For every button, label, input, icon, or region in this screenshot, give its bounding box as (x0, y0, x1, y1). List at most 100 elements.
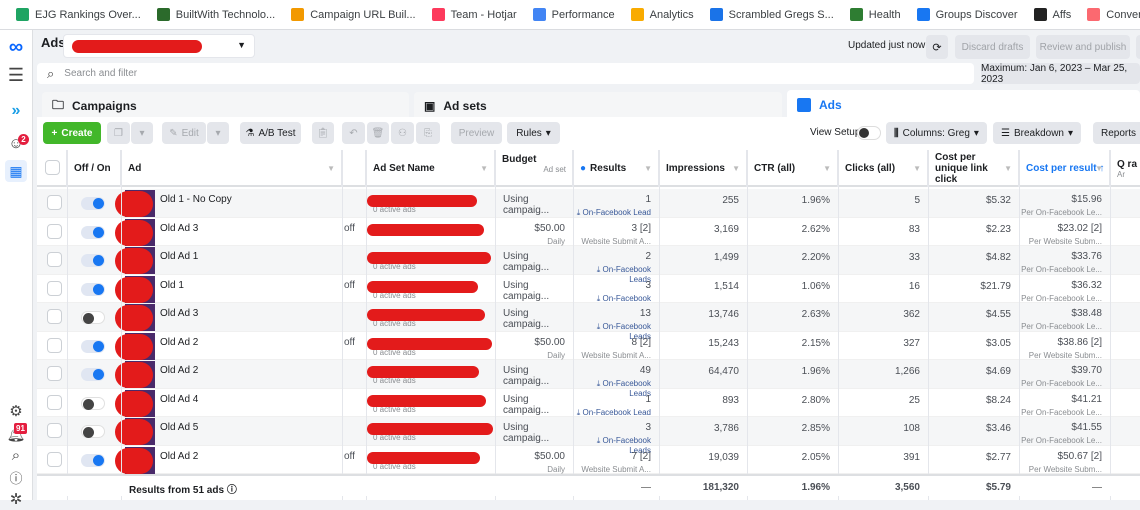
help-icon[interactable]: ⓘ (5, 466, 27, 488)
col-quality-ranking[interactable]: Q ra Ar (1110, 150, 1140, 187)
row-checkbox[interactable] (47, 309, 62, 324)
ad-toggle[interactable] (81, 197, 105, 210)
edit-button[interactable]: ✎ Edit (162, 122, 206, 144)
row-checkbox[interactable] (47, 252, 62, 267)
ad-name[interactable]: Old Ad 2 (160, 446, 198, 474)
clipboard-button[interactable]: 📋︎ (312, 122, 334, 144)
tab-ad-sets[interactable]: ▣ Ad sets (414, 92, 782, 120)
duplicate-dropdown[interactable]: ▾ (131, 122, 153, 144)
bookmark-item[interactable]: EJG Rankings Over... (8, 8, 149, 21)
meta-logo-icon[interactable]: ∞ (5, 36, 27, 58)
settings-icon[interactable]: ⚙ (5, 400, 27, 422)
col-off-on[interactable]: Off / On (67, 150, 121, 187)
create-button[interactable]: + Create (43, 122, 101, 144)
reports-button[interactable]: Reports▾ (1093, 122, 1140, 144)
bookmark-item[interactable]: Groups Discover (909, 8, 1026, 21)
ad-toggle[interactable] (81, 339, 105, 353)
bug-icon[interactable]: ✲ (5, 488, 27, 510)
bookmark-item[interactable]: Health (842, 8, 909, 21)
ad-name[interactable]: Old Ad 4 (160, 389, 198, 417)
col-ad-set-name[interactable]: Ad Set Name ▼ (366, 150, 495, 187)
review-publish-button[interactable]: Review and publish (1036, 35, 1130, 59)
results-type[interactable]: ⤓ On-Facebook Lead (573, 208, 651, 218)
discard-drafts-button[interactable]: Discard drafts (955, 35, 1030, 59)
table-row[interactable]: Old Ad 1 0 active ads Using campaig... 2… (37, 246, 1140, 284)
table-row[interactable]: Old 1 - No Copy 0 active ads Using campa… (37, 189, 1140, 218)
table-row[interactable]: Old 1 off 0 active ads Using campaig... … (37, 275, 1140, 313)
row-checkbox[interactable] (47, 423, 62, 438)
date-range-picker[interactable]: Maximum: Jan 6, 2023 – Mar 25, 2023 (981, 63, 1140, 85)
search-input[interactable]: ⌕ Search and filter (37, 63, 974, 84)
ad-toggle[interactable] (81, 368, 105, 381)
audience-button[interactable]: ⚇ (391, 122, 414, 144)
table-row[interactable]: Old Ad 2 off 0 active ads $50.00 Daily 7 … (37, 446, 1140, 474)
tab-campaigns[interactable]: 🗀 Campaigns (42, 92, 409, 120)
row-checkbox[interactable] (47, 223, 62, 239)
col-cost-per-result[interactable]: Cost per result ↑ ▼ (1019, 150, 1110, 187)
results-type[interactable]: Website Submit A... (573, 351, 651, 360)
refresh-button[interactable]: ⟳ (926, 35, 948, 59)
ad-toggle[interactable] (81, 282, 105, 296)
results-type[interactable]: Website Submit A... (573, 465, 651, 474)
row-checkbox[interactable] (47, 280, 62, 296)
results-type[interactable]: ⤓ On-Facebook Lead (573, 408, 651, 418)
col-ad[interactable]: Ad ▼ (121, 150, 342, 187)
col-impressions[interactable]: Impressions ▼ (659, 150, 747, 187)
row-checkbox[interactable] (47, 394, 62, 410)
bookmark-item[interactable]: ConvertKit (1079, 8, 1140, 21)
bookmark-item[interactable]: Scrambled Gregs S... (702, 8, 842, 21)
breakdown-button[interactable]: ☰ Breakdown ▾ (993, 122, 1081, 144)
edit-dropdown[interactable]: ▾ (207, 122, 229, 144)
col-results[interactable]: ● Results ▼ (573, 150, 659, 187)
row-checkbox[interactable] (47, 366, 62, 381)
row-checkbox[interactable] (47, 451, 62, 467)
rules-button[interactable]: Rules ▾ (507, 122, 560, 144)
bookmark-item[interactable]: Campaign URL Buil... (283, 8, 423, 21)
overflow-button[interactable] (1136, 35, 1140, 59)
comment-button[interactable]: ⎘ (416, 122, 440, 144)
bookmark-item[interactable]: Affs (1026, 8, 1080, 21)
tab-ads[interactable]: Ads (787, 90, 1140, 120)
search-icon[interactable]: ⌕ (5, 444, 27, 466)
col-clicks[interactable]: Clicks (all) ▼ (838, 150, 928, 187)
table-row[interactable]: Old Ad 2 0 active ads Using campaig... 4… (37, 360, 1140, 398)
col-delivery[interactable] (342, 150, 366, 187)
ad-toggle[interactable] (81, 425, 105, 438)
ad-name[interactable]: Old 1 - No Copy (160, 189, 232, 217)
ad-name[interactable]: Old Ad 1 (160, 246, 198, 274)
row-checkbox[interactable] (47, 337, 62, 353)
select-all-checkbox[interactable] (45, 160, 60, 175)
ad-name[interactable]: Old 1 (160, 275, 184, 303)
ad-name[interactable]: Old Ad 2 (160, 360, 198, 388)
ad-toggle[interactable] (81, 254, 105, 267)
table-row[interactable]: Old Ad 4 0 active ads Using campaig... 1… (37, 389, 1140, 418)
bookmark-item[interactable]: Performance (525, 8, 623, 21)
preview-button[interactable]: Preview (451, 122, 502, 144)
table-row[interactable]: Old Ad 5 0 active ads Using campaig... 3… (37, 417, 1140, 455)
table-row[interactable]: Old Ad 3 0 active ads Using campaig... 1… (37, 303, 1140, 341)
col-budget[interactable]: Budget Ad set (495, 150, 573, 187)
undo-button[interactable]: ↶ (342, 122, 365, 144)
campaigns-table-icon[interactable]: ▦ (5, 160, 27, 182)
ad-toggle[interactable] (81, 396, 105, 410)
ad-toggle[interactable] (81, 453, 105, 467)
menu-icon[interactable]: ☰ (5, 64, 27, 86)
results-type[interactable]: Website Submit A... (573, 237, 651, 246)
duplicate-button[interactable]: ❐ (107, 122, 130, 144)
columns-button[interactable]: ⫼ Columns: Greg ▾ (886, 122, 987, 144)
ad-toggle[interactable] (81, 225, 105, 239)
bookmark-item[interactable]: Team - Hotjar (424, 8, 525, 21)
ad-name[interactable]: Old Ad 3 (160, 218, 198, 246)
table-row[interactable]: Old Ad 2 off 0 active ads $50.00 Daily 8 … (37, 332, 1140, 360)
col-cost-per-unique-link-click[interactable]: Cost per unique link click ▼ (928, 150, 1019, 187)
bookmark-item[interactable]: BuiltWith Technolo... (149, 8, 283, 21)
delete-button[interactable]: 🗑︎ (367, 122, 389, 144)
table-row[interactable]: Old Ad 3 off $50.00 Daily 3 [2] Website Su… (37, 218, 1140, 246)
row-checkbox[interactable] (47, 195, 62, 210)
account-selector[interactable]: ▼ (63, 34, 255, 58)
ad-name[interactable]: Old Ad 5 (160, 417, 198, 445)
bookmark-item[interactable]: Analytics (623, 8, 702, 21)
ads-manager-icon[interactable]: » (5, 100, 27, 122)
ad-name[interactable]: Old Ad 3 (160, 303, 198, 331)
ab-test-button[interactable]: ⚗ A/B Test (240, 122, 301, 144)
